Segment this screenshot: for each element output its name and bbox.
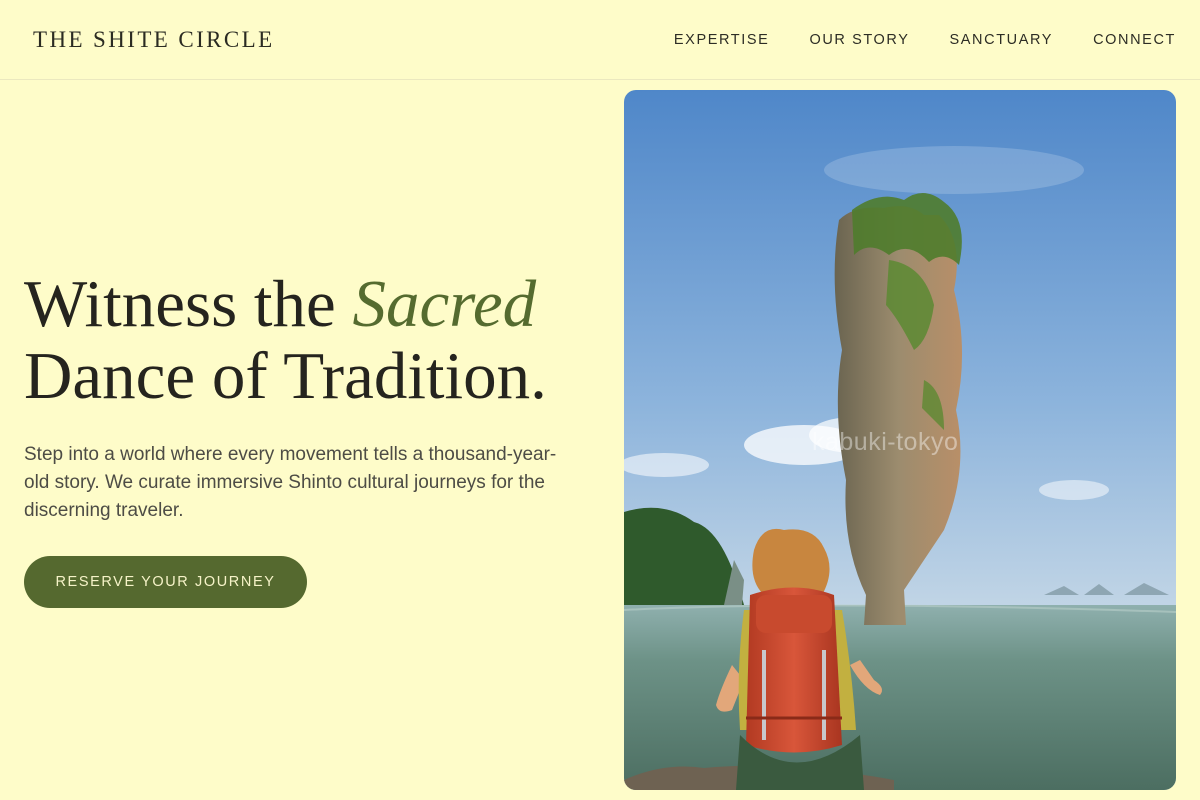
hero-image: kabuki-tokyo: [624, 90, 1176, 790]
hero-title-part2: Dance of Tradition.: [24, 339, 547, 413]
hero-subtitle: Step into a world where every movement t…: [24, 444, 557, 521]
nav-link-our-story[interactable]: OUR STORY: [809, 32, 909, 48]
hero-title: Witness the Sacred Dance of Tradition.: [24, 268, 614, 412]
nav-link-connect[interactable]: CONNECT: [1093, 32, 1176, 48]
hero-title-accent: Sacred: [352, 267, 537, 341]
main-nav: EXPERTISE OUR STORY SANCTUARY CONNECT: [674, 32, 1176, 48]
site-logo[interactable]: THE SHITE CIRCLE: [33, 27, 275, 53]
image-watermark: kabuki-tokyo: [812, 428, 959, 456]
nav-link-sanctuary[interactable]: SANCTUARY: [950, 32, 1054, 48]
reserve-journey-button[interactable]: RESERVE YOUR JOURNEY: [24, 556, 307, 608]
nav-link-expertise[interactable]: EXPERTISE: [674, 32, 770, 48]
site-header: THE SHITE CIRCLE EXPERTISE OUR STORY SAN…: [0, 0, 1200, 80]
hero-title-part1: Witness the: [24, 267, 353, 341]
